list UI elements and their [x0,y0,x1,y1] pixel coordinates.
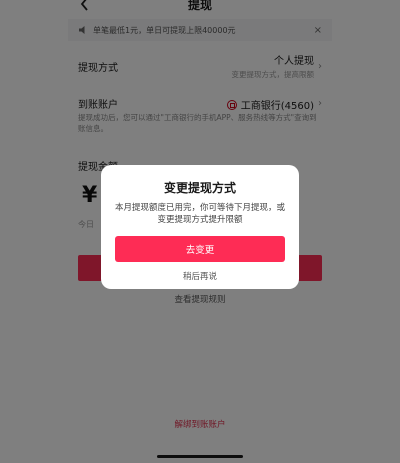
go-change-button[interactable]: 去变更 [115,236,285,262]
dialog-title: 变更提现方式 [163,181,236,195]
dialog-body: 本月提现额度已用完，你可等待下月提现，或变更提现方式提升限额 [114,203,285,225]
change-method-dialog: 变更提现方式 本月提现额度已用完，你可等待下月提现，或变更提现方式提升限额 去变… [101,165,299,289]
later-button[interactable]: 稍后再说 [183,270,217,282]
